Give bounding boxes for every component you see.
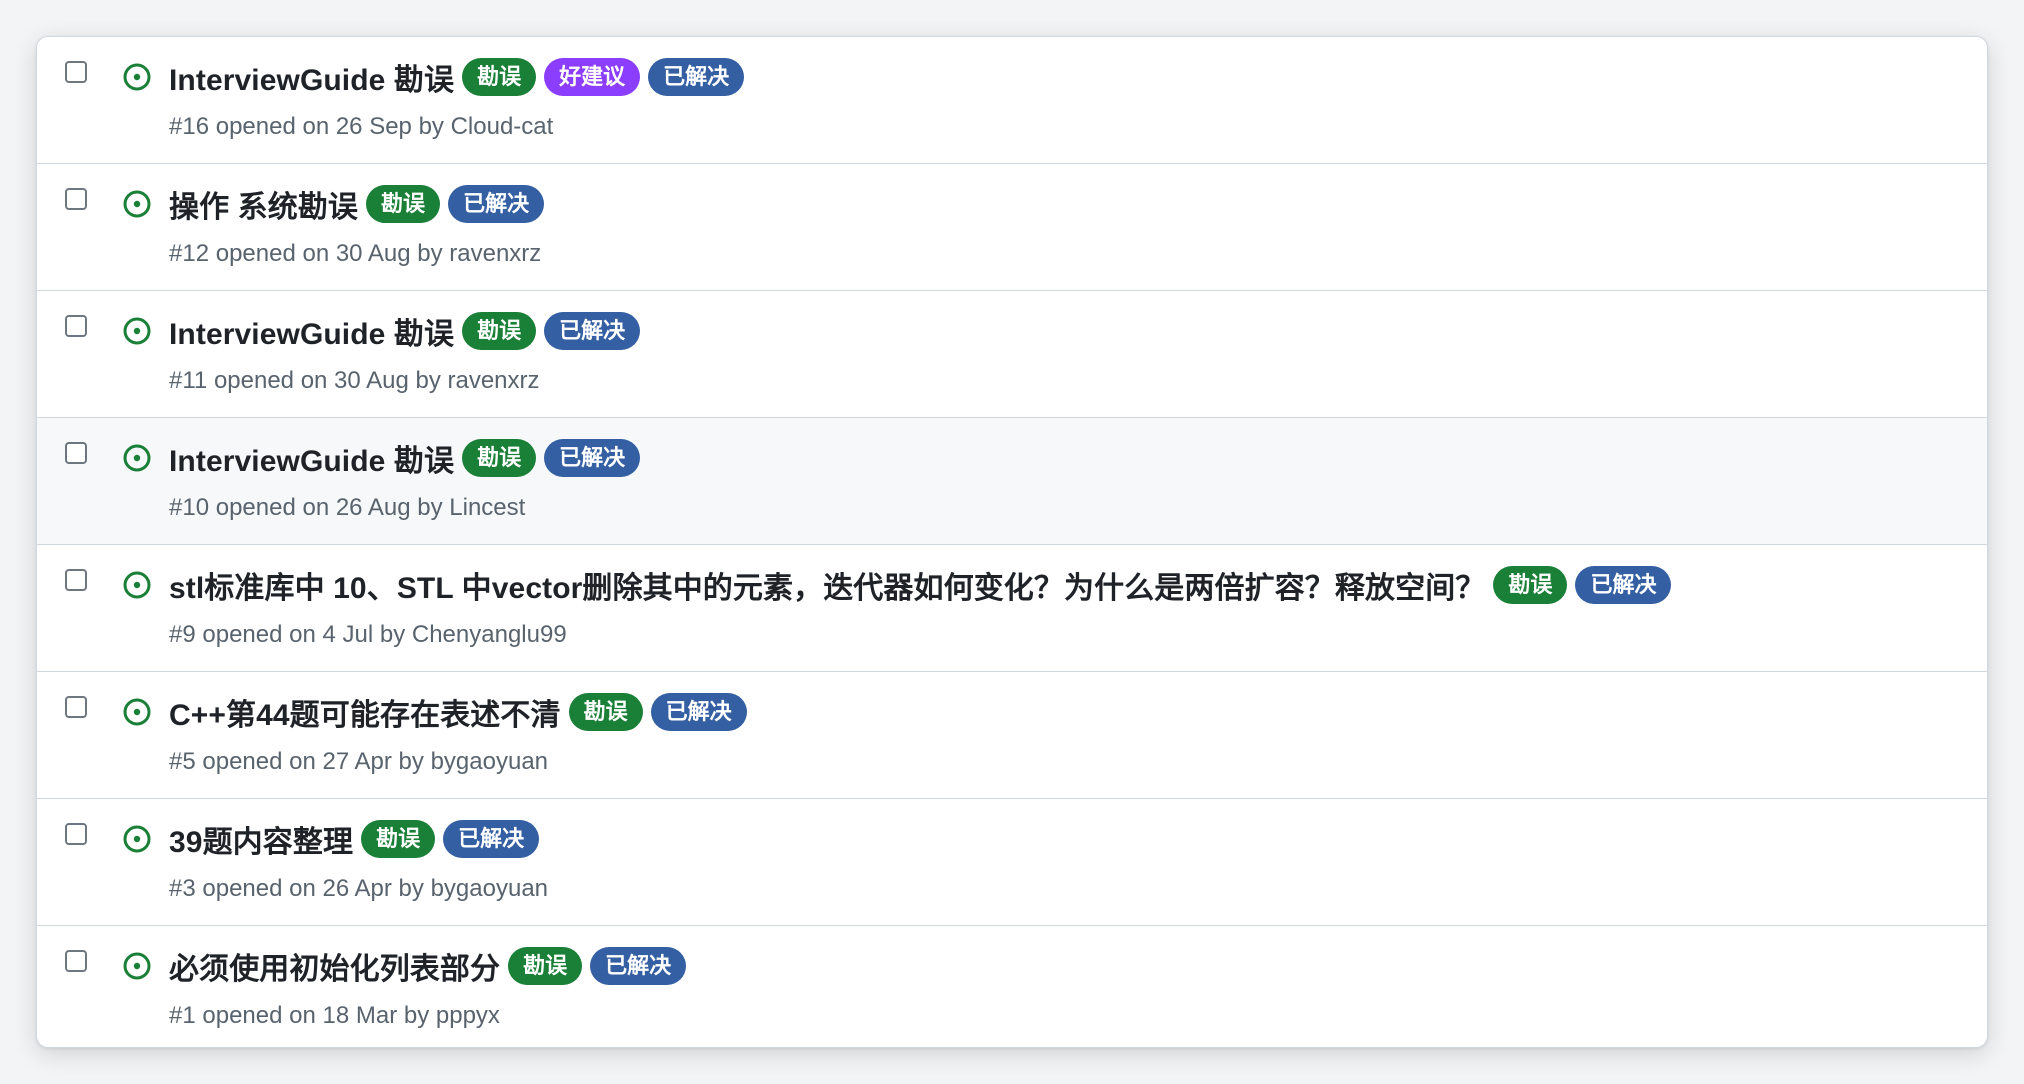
issue-meta: #12 opened on 30 Aug by ravenxrz [169, 240, 541, 268]
open-issue-icon [121, 188, 153, 220]
issue-label[interactable]: 勘误 [361, 820, 436, 858]
issue-row[interactable]: stl标准库中 10、STL 中vector删除其中的元素，迭代器如何变化？为什… [37, 544, 1987, 671]
issue-row[interactable]: C++第44题可能存在表述不清 勘误 已解决 #5 opened on 27 Ap… [37, 671, 1987, 798]
issue-author-link[interactable]: Cloud-cat [451, 113, 554, 140]
issue-list: InterviewGuide 勘误 勘误 好建议 已解决 #16 opened on… [37, 37, 1987, 1047]
issue-number: #11 [169, 367, 208, 394]
issue-number: #9 [169, 621, 196, 648]
issue-label[interactable]: 已解决 [448, 185, 545, 223]
issue-opened-text: opened on 26 Apr by [202, 875, 424, 902]
issue-label[interactable]: 已解决 [544, 439, 641, 477]
open-issue-icon [121, 950, 153, 982]
issue-select-checkbox[interactable] [65, 188, 87, 210]
issue-row[interactable]: 必须使用初始化列表部分 勘误 已解决 #1 opened on 18 Mar by… [37, 925, 1987, 1047]
issue-author-link[interactable]: Chenyanglu99 [412, 621, 567, 648]
issue-author-link[interactable]: ravenxrz [447, 367, 539, 394]
issue-number: #5 [169, 748, 196, 775]
issue-label[interactable]: 勘误 [462, 312, 537, 350]
issue-select-checkbox[interactable] [65, 569, 87, 591]
open-issue-icon [121, 315, 153, 347]
issue-select-checkbox[interactable] [65, 696, 87, 718]
issue-title-link[interactable]: C++第44题可能存在表述不清 [169, 690, 561, 734]
issue-title-line: C++第44题可能存在表述不清 勘误 已解决 [169, 690, 1967, 734]
open-issue-icon [121, 442, 153, 474]
issue-select-checkbox[interactable] [65, 61, 87, 83]
issue-label[interactable]: 已解决 [590, 947, 687, 985]
issue-row[interactable]: InterviewGuide 勘误 勘误 已解决 #11 opened on 30… [37, 290, 1987, 417]
issue-label[interactable]: 已解决 [650, 693, 747, 731]
issue-author-link[interactable]: bygaoyuan [431, 875, 548, 902]
issue-opened-text: opened on 26 Sep by [215, 113, 444, 140]
issue-number: #3 [169, 875, 196, 902]
issue-author-link[interactable]: pppyx [436, 1002, 500, 1029]
open-issue-icon [121, 696, 153, 728]
issue-label[interactable]: 好建议 [544, 58, 641, 96]
issue-title-line: InterviewGuide 勘误 勘误 已解决 [169, 309, 1967, 353]
issue-title-line: 操作 系统勘误 勘误 已解决 [169, 182, 1967, 226]
issue-label[interactable]: 勘误 [568, 693, 643, 731]
issue-row[interactable]: 39题内容整理 勘误 已解决 #3 opened on 26 Apr by byg… [37, 798, 1987, 925]
issue-author-link[interactable]: ravenxrz [449, 240, 541, 267]
issue-row[interactable]: InterviewGuide 勘误 勘误 已解决 #10 opened on 26… [37, 417, 1987, 544]
issue-label[interactable]: 勘误 [508, 947, 583, 985]
open-issue-icon [121, 569, 153, 601]
issue-label[interactable]: 已解决 [443, 820, 540, 858]
issue-number: #12 [169, 240, 210, 267]
issue-title-link[interactable]: 操作 系统勘误 [169, 182, 358, 226]
issue-row[interactable]: InterviewGuide 勘误 勘误 好建议 已解决 #16 opened on… [37, 37, 1987, 163]
issue-opened-text: opened on 4 Jul by [202, 621, 406, 648]
issue-number: #1 [169, 1002, 196, 1029]
issue-label[interactable]: 勘误 [366, 185, 441, 223]
issue-title-line: stl标准库中 10、STL 中vector删除其中的元素，迭代器如何变化？为什… [169, 563, 1967, 607]
issue-title-link[interactable]: InterviewGuide 勘误 [169, 55, 454, 99]
issue-title-link[interactable]: InterviewGuide 勘误 [169, 309, 454, 353]
issue-meta: #16 opened on 26 Sep by Cloud-cat [169, 113, 553, 141]
issue-meta: #1 opened on 18 Mar by pppyx [169, 1002, 500, 1030]
open-issue-icon [121, 61, 153, 93]
issue-title-link[interactable]: stl标准库中 10、STL 中vector删除其中的元素，迭代器如何变化？为什… [169, 563, 1485, 607]
issue-select-checkbox[interactable] [65, 950, 87, 972]
issue-meta: #10 opened on 26 Aug by Lincest [169, 494, 525, 522]
issue-opened-text: opened on 30 Aug by [215, 240, 443, 267]
issue-title-link[interactable]: InterviewGuide 勘误 [169, 436, 454, 480]
issue-number: #10 [169, 494, 210, 521]
issue-label[interactable]: 勘误 [462, 58, 537, 96]
issue-title-link[interactable]: 39题内容整理 [169, 817, 353, 861]
issue-author-link[interactable]: Lincest [449, 494, 525, 521]
issue-label[interactable]: 勘误 [462, 439, 537, 477]
issue-number: #16 [169, 113, 210, 140]
issue-opened-text: opened on 30 Aug by [213, 367, 441, 394]
issue-opened-text: opened on 18 Mar by [202, 1002, 430, 1029]
issue-title-line: 39题内容整理 勘误 已解决 [169, 817, 1967, 861]
issue-opened-text: opened on 26 Aug by [215, 494, 443, 521]
issues-panel: InterviewGuide 勘误 勘误 好建议 已解决 #16 opened on… [36, 36, 1988, 1048]
issue-label[interactable]: 已解决 [648, 58, 745, 96]
issue-title-link[interactable]: 必须使用初始化列表部分 [169, 944, 500, 988]
issue-meta: #9 opened on 4 Jul by Chenyanglu99 [169, 621, 567, 649]
issue-label[interactable]: 已解决 [544, 312, 641, 350]
issue-title-line: InterviewGuide 勘误 勘误 已解决 [169, 436, 1967, 480]
issue-meta: #3 opened on 26 Apr by bygaoyuan [169, 875, 548, 903]
issue-label[interactable]: 勘误 [1493, 566, 1568, 604]
issue-meta: #5 opened on 27 Apr by bygaoyuan [169, 748, 548, 776]
issue-opened-text: opened on 27 Apr by [202, 748, 424, 775]
open-issue-icon [121, 823, 153, 855]
issue-select-checkbox[interactable] [65, 823, 87, 845]
issue-author-link[interactable]: bygaoyuan [431, 748, 548, 775]
issue-row[interactable]: 操作 系统勘误 勘误 已解决 #12 opened on 30 Aug by ra… [37, 163, 1987, 290]
issue-select-checkbox[interactable] [65, 442, 87, 464]
issue-meta: #11 opened on 30 Aug by ravenxrz [169, 367, 540, 395]
issue-select-checkbox[interactable] [65, 315, 87, 337]
issue-title-line: 必须使用初始化列表部分 勘误 已解决 [169, 944, 1967, 988]
issue-label[interactable]: 已解决 [1575, 566, 1672, 604]
issue-title-line: InterviewGuide 勘误 勘误 好建议 已解决 [169, 55, 1967, 99]
